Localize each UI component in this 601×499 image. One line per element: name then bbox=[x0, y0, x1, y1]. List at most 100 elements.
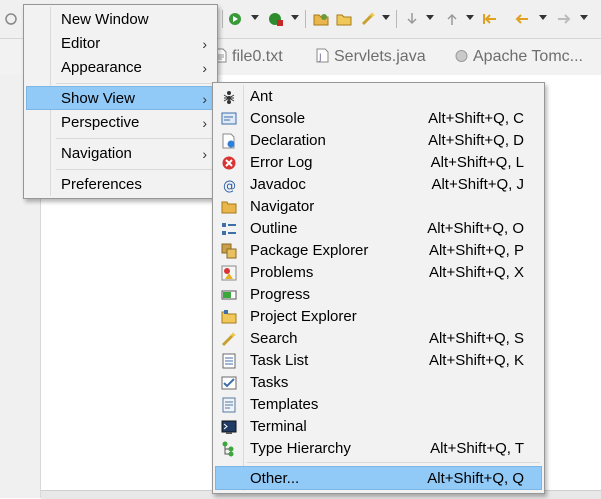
menu-item-label: Other... bbox=[250, 470, 300, 487]
window-menu: New Window Editor › Appearance › Show Vi… bbox=[23, 4, 218, 199]
svg-text:@: @ bbox=[223, 179, 236, 193]
menu-item-javadoc[interactable]: @ Javadoc Alt+Shift+Q, J bbox=[215, 173, 542, 197]
menu-item-label: Preferences bbox=[61, 176, 142, 193]
wand-dropdown-icon[interactable] bbox=[382, 15, 390, 20]
shortcut-text: Alt+Shift+Q, K bbox=[428, 352, 524, 369]
wand-icon[interactable] bbox=[360, 11, 376, 27]
type-hierarchy-icon bbox=[222, 441, 234, 457]
menu-item-progress[interactable]: Progress bbox=[215, 283, 542, 307]
ant-icon bbox=[223, 91, 235, 104]
menu-item-ant[interactable]: Ant bbox=[215, 85, 542, 109]
terminal-icon bbox=[221, 420, 237, 434]
menu-item-console[interactable]: Console Alt+Shift+Q, C bbox=[215, 107, 542, 131]
menu-separator bbox=[56, 83, 213, 84]
tab-file0-txt[interactable]: file0.txt bbox=[214, 39, 283, 75]
new-folder-icon[interactable] bbox=[313, 11, 329, 27]
external-tools-dropdown-icon[interactable] bbox=[291, 15, 299, 20]
menu-item-preferences[interactable]: Preferences bbox=[26, 173, 215, 197]
menu-item-editor[interactable]: Editor › bbox=[26, 32, 215, 56]
toolbar-separator bbox=[222, 10, 223, 28]
shortcut-text: Alt+Shift+Q, Q bbox=[427, 470, 524, 487]
previous-annotation-dropdown-icon[interactable] bbox=[466, 15, 474, 20]
shortcut-text: Alt+Shift+Q, T bbox=[430, 440, 524, 457]
toolbar-fragment-icon[interactable] bbox=[3, 11, 19, 27]
toolbar-separator bbox=[305, 10, 306, 28]
forward-dropdown-icon[interactable] bbox=[580, 15, 588, 20]
menu-item-error-log[interactable]: Error Log Alt+Shift+Q, L bbox=[215, 151, 542, 175]
menu-item-label: Terminal bbox=[250, 418, 307, 435]
menu-item-label: Show View bbox=[61, 90, 135, 107]
menu-item-show-view[interactable]: Show View › bbox=[26, 86, 215, 110]
menu-item-tasks[interactable]: Tasks bbox=[215, 371, 542, 395]
menu-item-label: New Window bbox=[61, 11, 149, 28]
outline-icon bbox=[222, 223, 236, 235]
back-dropdown-icon[interactable] bbox=[539, 15, 547, 20]
menu-separator bbox=[247, 462, 540, 463]
menu-item-perspective[interactable]: Perspective › bbox=[26, 111, 215, 135]
forward-icon[interactable] bbox=[556, 11, 572, 27]
tasks-icon bbox=[221, 376, 237, 390]
run-icon[interactable] bbox=[228, 11, 244, 27]
menu-item-terminal[interactable]: Terminal bbox=[215, 415, 542, 439]
submenu-arrow-icon: › bbox=[202, 36, 207, 52]
back-icon[interactable] bbox=[514, 11, 530, 27]
menu-item-navigation[interactable]: Navigation › bbox=[26, 142, 215, 166]
menu-item-label: Task List bbox=[250, 352, 309, 369]
menu-item-appearance[interactable]: Appearance › bbox=[26, 56, 215, 80]
tab-apache-tomcat[interactable]: Apache Tomc... bbox=[455, 39, 583, 75]
shortcut-text: Alt+Shift+Q, L bbox=[430, 154, 524, 171]
menu-item-label: Package Explorer bbox=[250, 242, 369, 259]
shortcut-text: Alt+Shift+Q, O bbox=[427, 220, 524, 237]
package-explorer-icon bbox=[221, 243, 237, 259]
shortcut-text: Alt+Shift+Q, D bbox=[428, 132, 524, 149]
next-annotation-icon[interactable] bbox=[404, 11, 420, 27]
external-tools-icon[interactable] bbox=[268, 11, 284, 27]
menu-item-declaration[interactable]: Declaration Alt+Shift+Q, D bbox=[215, 129, 542, 153]
menu-item-label: Navigator bbox=[250, 198, 315, 215]
menu-item-task-list[interactable]: Task List Alt+Shift+Q, K bbox=[215, 349, 542, 373]
menu-item-templates[interactable]: Templates bbox=[215, 393, 542, 417]
menu-separator bbox=[56, 138, 213, 139]
menu-item-navigator[interactable]: Navigator bbox=[215, 195, 542, 219]
menu-item-label: Declaration bbox=[250, 132, 326, 149]
menu-item-type-hierarchy[interactable]: Type Hierarchy Alt+Shift+Q, T bbox=[215, 437, 542, 461]
menu-item-label: Outline bbox=[250, 220, 298, 237]
tab-label: Servlets.java bbox=[334, 48, 426, 65]
menu-item-label: Problems bbox=[250, 264, 314, 281]
menu-item-label: Error Log bbox=[250, 154, 313, 171]
menu-item-label: Type Hierarchy bbox=[250, 440, 351, 457]
browser-globe-icon bbox=[455, 50, 468, 62]
last-edit-location-icon[interactable] bbox=[482, 11, 498, 27]
menu-item-label: Ant bbox=[250, 88, 273, 105]
menu-item-label: Editor bbox=[61, 35, 101, 52]
menu-item-new-window[interactable]: New Window bbox=[26, 8, 215, 32]
shortcut-text: Alt+Shift+Q, P bbox=[428, 242, 524, 259]
menu-item-outline[interactable]: Outline Alt+Shift+Q, O bbox=[215, 217, 542, 241]
menu-item-label: Perspective bbox=[61, 114, 140, 131]
next-annotation-dropdown-icon[interactable] bbox=[426, 15, 434, 20]
menu-item-label: Search bbox=[250, 330, 298, 347]
console-icon bbox=[221, 112, 237, 125]
javadoc-icon: @ bbox=[223, 179, 236, 193]
menu-item-label: Console bbox=[250, 110, 306, 127]
menu-item-problems[interactable]: Problems Alt+Shift+Q, X bbox=[215, 261, 542, 285]
error-log-icon bbox=[222, 156, 236, 170]
menu-item-search[interactable]: Search Alt+Shift+Q, S bbox=[215, 327, 542, 351]
open-folder-icon[interactable] bbox=[336, 11, 352, 27]
tab-servlets-java[interactable]: J Servlets.java bbox=[316, 39, 426, 75]
previous-annotation-icon[interactable] bbox=[444, 11, 460, 27]
menu-item-other[interactable]: Other... Alt+Shift+Q, Q bbox=[215, 466, 542, 490]
show-view-submenu: Ant Console Alt+Shift+Q, C Declaration A… bbox=[212, 82, 545, 494]
tab-label: Apache Tomc... bbox=[473, 48, 583, 65]
run-dropdown-icon[interactable] bbox=[251, 15, 259, 20]
menu-item-project-explorer[interactable]: Project Explorer bbox=[215, 305, 542, 329]
menu-item-package-explorer[interactable]: Package Explorer Alt+Shift+Q, P bbox=[215, 239, 542, 263]
task-list-icon bbox=[222, 353, 236, 369]
tab-label: file0.txt bbox=[232, 48, 283, 65]
declaration-icon bbox=[222, 133, 235, 149]
toolbar-separator bbox=[396, 10, 397, 28]
java-file-icon: J bbox=[316, 48, 329, 63]
shortcut-text: Alt+Shift+Q, S bbox=[428, 330, 524, 347]
menu-separator bbox=[56, 169, 213, 170]
submenu-arrow-icon: › bbox=[202, 91, 207, 107]
